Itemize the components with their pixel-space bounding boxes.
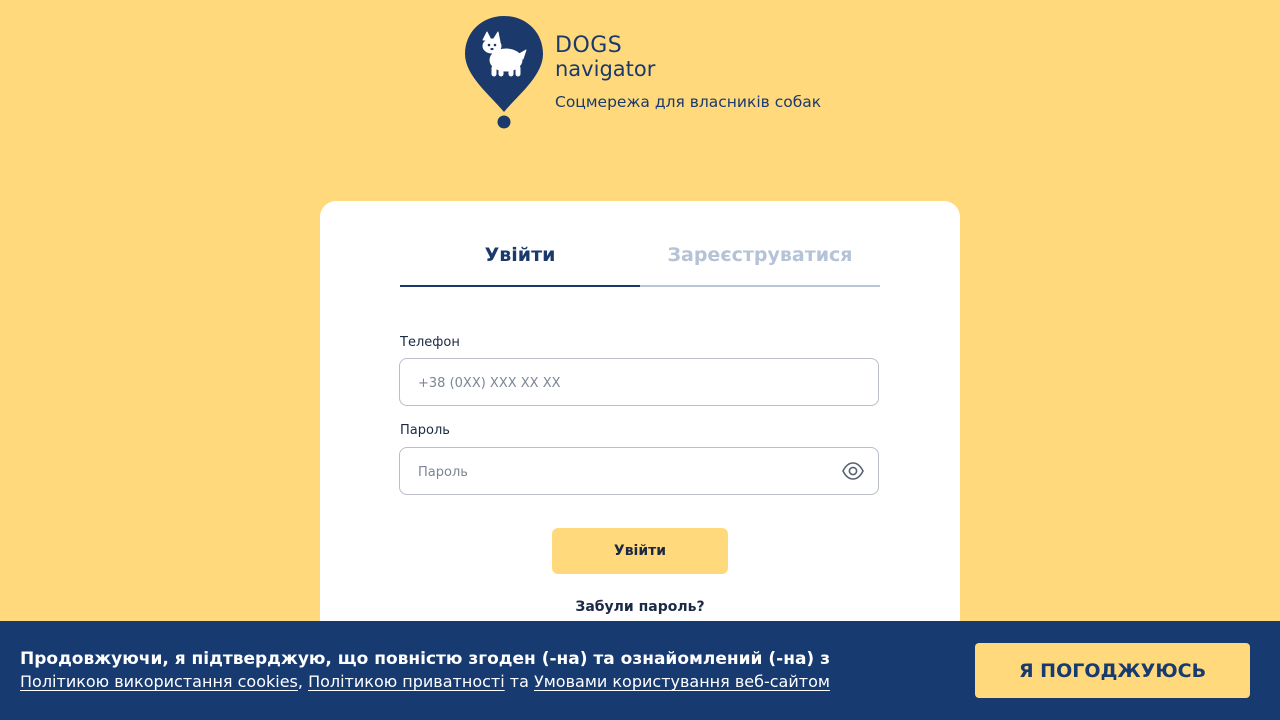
auth-tabs: Увійти Зареєструватися: [400, 241, 880, 287]
brand-name-line1: DOGS: [555, 33, 623, 58]
forgot-password-link[interactable]: Забули пароль?: [320, 599, 960, 615]
password-label: Пароль: [400, 423, 450, 438]
privacy-policy-link[interactable]: Політикою приватності: [308, 672, 505, 691]
phone-field[interactable]: [399, 358, 879, 407]
phone-label: Телефон: [400, 335, 460, 350]
cookie-separator-and: та: [509, 672, 529, 691]
password-input[interactable]: [416, 448, 820, 496]
cookie-policy-link[interactable]: Політикою використання cookies: [20, 672, 298, 691]
cookie-separator-comma: ,: [297, 672, 303, 691]
cookie-text: Продовжуючи, я підтверджую, що повністю …: [20, 648, 830, 694]
password-field[interactable]: [399, 447, 879, 496]
tab-register[interactable]: Зареєструватися: [640, 241, 880, 287]
logo[interactable]: DOGS navigator Соцмережа для власників с…: [463, 14, 843, 134]
cookie-message: Продовжуючи, я підтверджую, що повністю …: [20, 649, 830, 669]
login-submit-button[interactable]: Увійти: [552, 528, 728, 574]
phone-input[interactable]: [416, 359, 820, 407]
terms-of-use-link[interactable]: Умовами користування веб-сайтом: [534, 672, 830, 691]
brand-tagline: Соцмережа для власників собак: [555, 93, 822, 111]
page: DOGS navigator Соцмережа для власників с…: [0, 0, 1280, 720]
brand-name-line2: navigator: [555, 57, 656, 81]
cookie-banner: Продовжуючи, я підтверджую, що повністю …: [0, 621, 1280, 720]
cookie-agree-button[interactable]: Я ПОГОДЖУЮСЬ: [975, 643, 1250, 698]
corgi-map-pin-icon: [465, 16, 543, 129]
auth-card: Увійти Зареєструватися Телефон Пароль Ув…: [320, 201, 960, 681]
eye-icon[interactable]: [842, 462, 864, 480]
cookie-links: Політикою використання cookies, Політико…: [20, 670, 830, 694]
tab-login[interactable]: Увійти: [400, 241, 640, 287]
brand-name: DOGS navigator: [555, 33, 656, 81]
